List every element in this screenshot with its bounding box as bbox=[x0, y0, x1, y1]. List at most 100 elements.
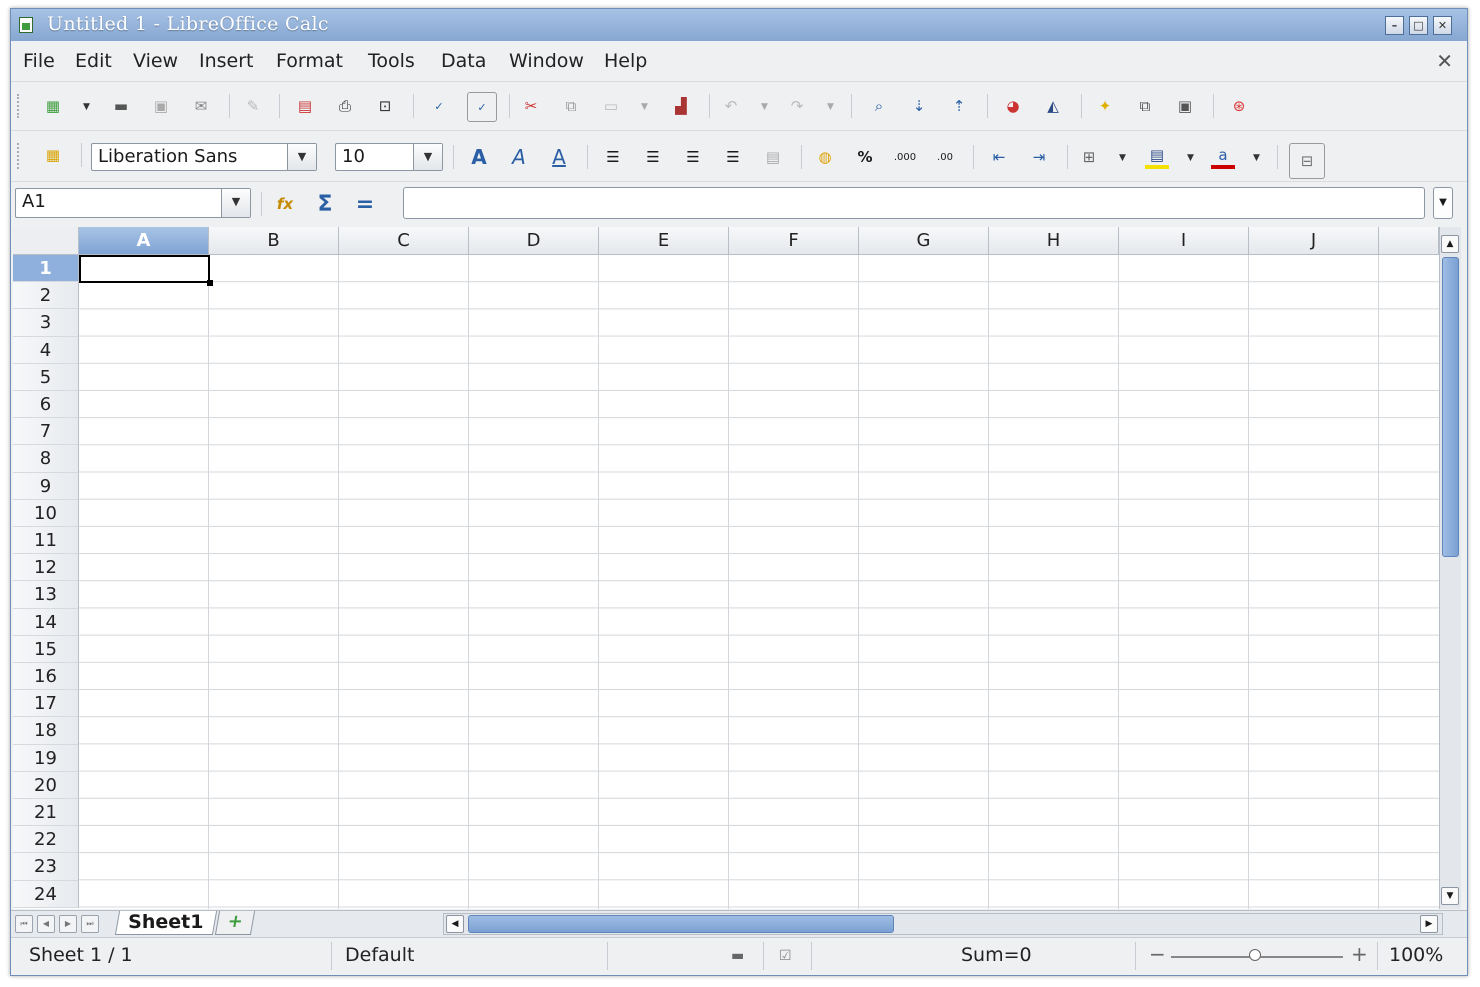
column-header-g[interactable]: G bbox=[859, 227, 989, 255]
menu-view[interactable]: View bbox=[133, 50, 178, 72]
delete-decimal-icon[interactable]: .00 bbox=[933, 145, 957, 169]
email-icon[interactable]: ✉ bbox=[189, 94, 213, 118]
first-sheet-icon[interactable]: ⏮ bbox=[15, 915, 33, 933]
insert-chart-icon[interactable]: ◕ bbox=[1001, 94, 1025, 118]
undo-dropdown-icon[interactable]: ▼ bbox=[761, 102, 768, 112]
cut-icon[interactable]: ✂ bbox=[519, 94, 543, 118]
row-header-11[interactable]: 11 bbox=[13, 527, 79, 555]
insert-mode-icon[interactable]: ▬ bbox=[731, 948, 744, 964]
column-header-partial[interactable] bbox=[1379, 227, 1439, 255]
percent-format-icon[interactable]: % bbox=[853, 145, 877, 169]
open-folder-icon[interactable]: ▬ bbox=[109, 94, 133, 118]
row-header-24[interactable]: 24 bbox=[13, 880, 79, 908]
function-wizard-icon[interactable]: fx bbox=[273, 192, 297, 216]
column-header-j[interactable]: J bbox=[1249, 227, 1379, 255]
print-preview-icon[interactable]: ⊡ bbox=[373, 94, 397, 118]
styles-icon[interactable]: ▦ bbox=[41, 143, 65, 167]
justify-icon[interactable]: ☰ bbox=[721, 145, 745, 169]
vertical-scroll-thumb[interactable] bbox=[1442, 257, 1459, 557]
row-header-22[interactable]: 22 bbox=[13, 826, 79, 854]
formula-input[interactable] bbox=[403, 187, 1425, 219]
increase-indent-icon[interactable]: ⇥ bbox=[1027, 145, 1051, 169]
font-size-combo[interactable]: 10 ▼ bbox=[335, 143, 443, 171]
row-header-6[interactable]: 6 bbox=[13, 391, 79, 419]
add-sheet-icon[interactable]: + bbox=[214, 911, 256, 935]
menu-file[interactable]: File bbox=[23, 50, 55, 72]
name-box[interactable]: A1 ▼ bbox=[15, 188, 251, 218]
horizontal-scrollbar[interactable]: ◀ ▶ bbox=[443, 913, 1443, 935]
row-header-14[interactable]: 14 bbox=[13, 608, 79, 636]
menu-data[interactable]: Data bbox=[441, 50, 486, 72]
autospellcheck-icon[interactable]: ✓ bbox=[467, 92, 497, 122]
save-icon[interactable]: ▣ bbox=[149, 94, 173, 118]
maximize-button[interactable]: □ bbox=[1409, 16, 1428, 35]
column-header-b[interactable]: B bbox=[209, 227, 339, 255]
underline-icon[interactable]: A bbox=[547, 145, 571, 169]
sidebar-toggle-icon[interactable]: ⊟ bbox=[1289, 143, 1325, 179]
merge-cells-icon[interactable]: ▤ bbox=[761, 145, 785, 169]
help-icon[interactable]: ⊛ bbox=[1227, 94, 1251, 118]
row-header-1[interactable]: 1 bbox=[13, 255, 79, 283]
redo-icon[interactable]: ↷ bbox=[785, 94, 809, 118]
row-header-23[interactable]: 23 bbox=[13, 853, 79, 881]
print-icon[interactable]: ⎙ bbox=[333, 94, 357, 118]
undo-icon[interactable]: ↶ bbox=[719, 94, 743, 118]
export-pdf-icon[interactable]: ▤ bbox=[293, 94, 317, 118]
row-header-21[interactable]: 21 bbox=[13, 799, 79, 827]
spellcheck-icon[interactable]: ✓ bbox=[427, 94, 451, 118]
row-header-4[interactable]: 4 bbox=[13, 336, 79, 364]
minimize-button[interactable]: – bbox=[1385, 16, 1404, 35]
expand-formula-icon[interactable]: ▼ bbox=[1433, 187, 1453, 219]
column-header-h[interactable]: H bbox=[989, 227, 1119, 255]
row-header-10[interactable]: 10 bbox=[13, 499, 79, 527]
currency-format-icon[interactable]: ◍ bbox=[813, 145, 837, 169]
menu-tools[interactable]: Tools bbox=[368, 50, 415, 72]
navigator-icon[interactable]: ✦ bbox=[1093, 94, 1117, 118]
add-decimal-icon[interactable]: .000 bbox=[893, 145, 917, 169]
row-header-17[interactable]: 17 bbox=[13, 690, 79, 718]
align-center-icon[interactable]: ☰ bbox=[641, 145, 665, 169]
column-header-e[interactable]: E bbox=[599, 227, 729, 255]
row-header-5[interactable]: 5 bbox=[13, 363, 79, 391]
data-sources-icon[interactable]: ▣ bbox=[1173, 94, 1197, 118]
decrease-indent-icon[interactable]: ⇤ bbox=[987, 145, 1011, 169]
edit-file-icon[interactable]: ✎ bbox=[241, 94, 265, 118]
background-color-icon[interactable]: ▤ bbox=[1145, 145, 1169, 169]
next-sheet-icon[interactable]: ▶ bbox=[59, 915, 77, 933]
column-header-d[interactable]: D bbox=[469, 227, 599, 255]
formula-icon[interactable]: = bbox=[353, 192, 377, 217]
zoom-out-icon[interactable]: − bbox=[1149, 942, 1166, 966]
toolbar-grip[interactable] bbox=[17, 94, 23, 118]
row-header-13[interactable]: 13 bbox=[13, 581, 79, 609]
new-document-icon[interactable]: ▦ bbox=[41, 94, 65, 118]
row-header-15[interactable]: 15 bbox=[13, 635, 79, 663]
font-color-icon[interactable]: a bbox=[1211, 145, 1235, 169]
column-header-f[interactable]: F bbox=[729, 227, 859, 255]
align-right-icon[interactable]: ☰ bbox=[681, 145, 705, 169]
row-header-16[interactable]: 16 bbox=[13, 663, 79, 691]
align-left-icon[interactable]: ☰ bbox=[601, 145, 625, 169]
zoom-level[interactable]: 100% bbox=[1389, 944, 1443, 966]
font-name-combo[interactable]: Liberation Sans ▼ bbox=[91, 143, 317, 171]
background-dropdown-icon[interactable]: ▼ bbox=[1187, 153, 1194, 163]
row-header-18[interactable]: 18 bbox=[13, 717, 79, 745]
paste-dropdown-icon[interactable]: ▼ bbox=[641, 102, 648, 112]
sort-descending-icon[interactable]: ⇡ bbox=[947, 94, 971, 118]
paste-icon[interactable]: ▭ bbox=[599, 94, 623, 118]
show-draw-functions-icon[interactable]: ◭ bbox=[1041, 94, 1065, 118]
chevron-down-icon[interactable]: ▼ bbox=[221, 189, 250, 217]
scroll-down-icon[interactable]: ▼ bbox=[1441, 887, 1459, 905]
row-header-7[interactable]: 7 bbox=[13, 418, 79, 446]
menu-format[interactable]: Format bbox=[276, 50, 343, 72]
scroll-left-icon[interactable]: ◀ bbox=[446, 915, 464, 933]
zoom-in-icon[interactable]: + bbox=[1351, 942, 1368, 966]
italic-icon[interactable]: A bbox=[507, 145, 531, 169]
new-dropdown-icon[interactable]: ▼ bbox=[83, 102, 90, 112]
clone-formatting-icon[interactable]: ▟ bbox=[669, 94, 693, 118]
previous-sheet-icon[interactable]: ◀ bbox=[37, 915, 55, 933]
active-cell-a1[interactable] bbox=[79, 255, 213, 286]
chevron-down-icon[interactable]: ▼ bbox=[413, 144, 442, 170]
redo-dropdown-icon[interactable]: ▼ bbox=[827, 102, 834, 112]
row-header-12[interactable]: 12 bbox=[13, 554, 79, 582]
copy-icon[interactable]: ⧉ bbox=[559, 94, 583, 118]
